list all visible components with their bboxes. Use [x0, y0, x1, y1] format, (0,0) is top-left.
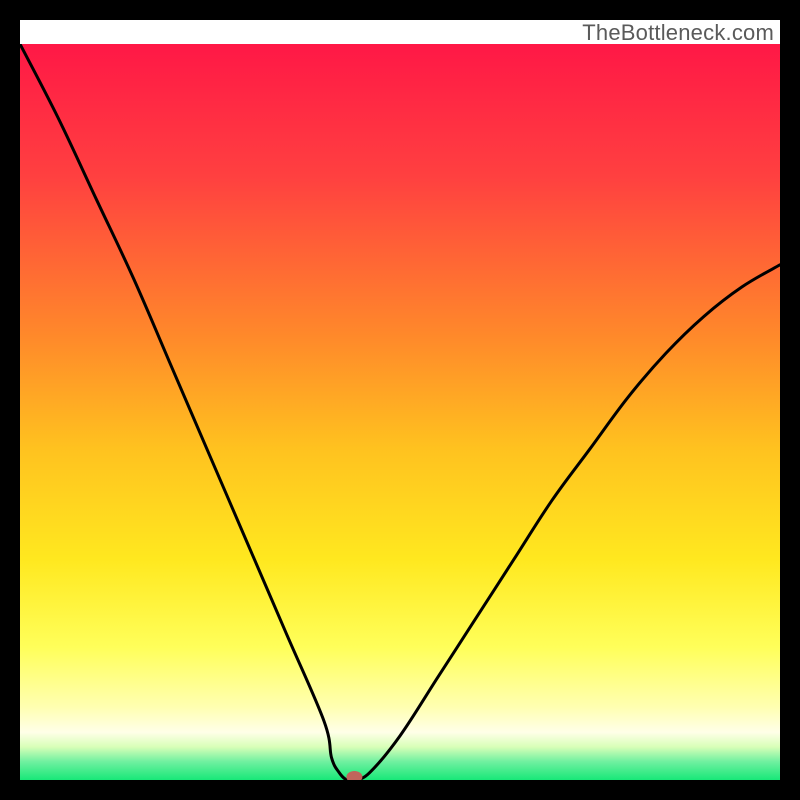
chart-frame: TheBottleneck.com [20, 20, 780, 780]
bottleneck-chart [20, 44, 780, 780]
gradient-background [20, 44, 780, 780]
plot-area [20, 44, 780, 780]
watermark-text: TheBottleneck.com [582, 20, 774, 46]
